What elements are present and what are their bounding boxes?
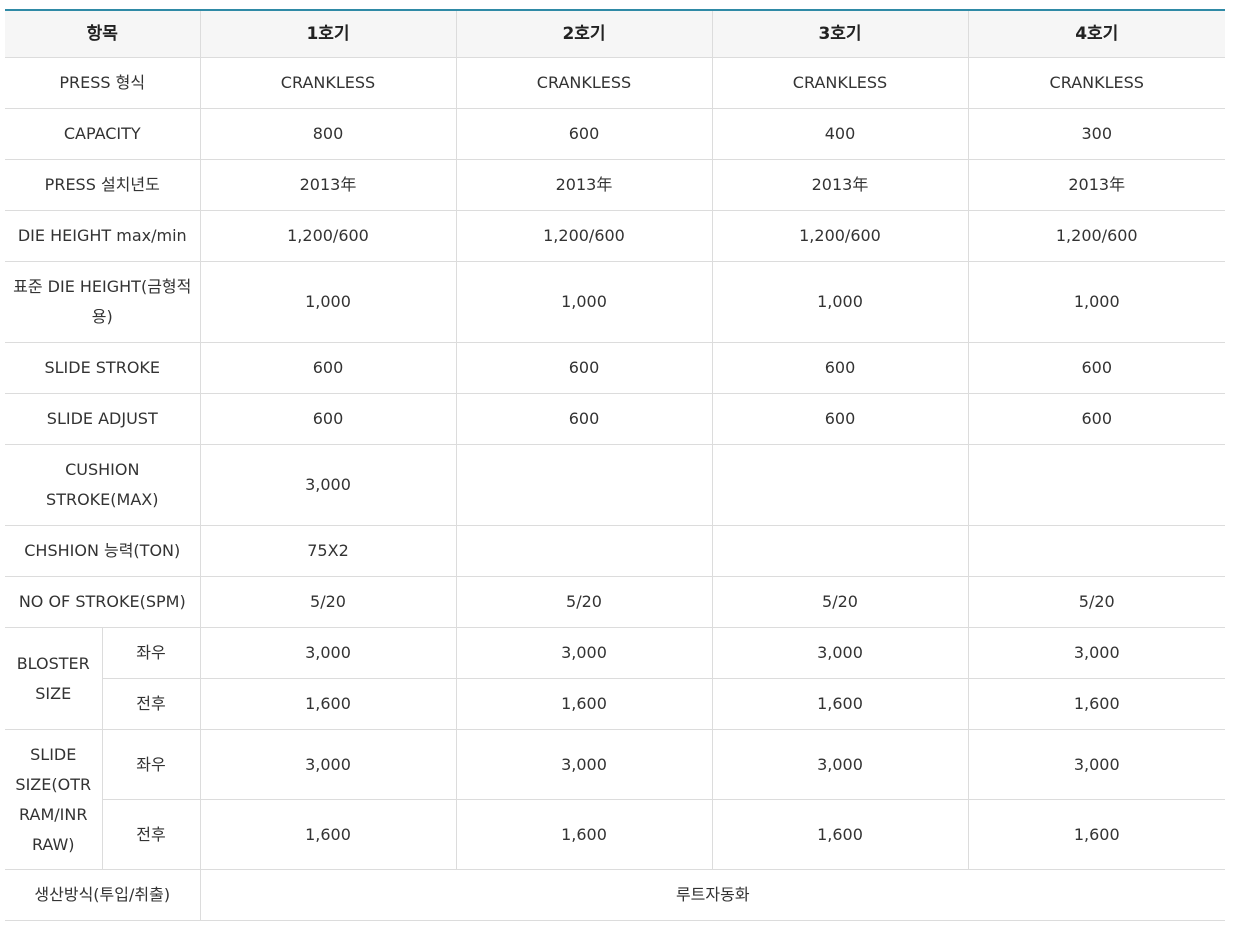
row-label: PRESS 형식 bbox=[5, 57, 201, 109]
cell: 1,600 bbox=[711, 799, 969, 870]
sub-label: 좌우 bbox=[101, 627, 201, 679]
table-row-slide-stroke: SLIDE STROKE 600 600 600 600 bbox=[5, 342, 1225, 394]
table-row-std-die-height: 표준 DIE HEIGHT(금형적용) 1,000 1,000 1,000 1,… bbox=[5, 261, 1225, 343]
table-row-spm: NO OF STROKE(SPM) 5/20 5/20 5/20 5/20 bbox=[5, 576, 1225, 628]
cell: 5/20 bbox=[967, 576, 1225, 628]
cell: 1,600 bbox=[199, 799, 457, 870]
cell bbox=[711, 525, 969, 577]
table-row-cushion-capacity: CHSHION 능력(TON) 75X2 bbox=[5, 525, 1225, 577]
cell: CRANKLESS bbox=[711, 57, 969, 109]
row-label-bolster: BLOSTER SIZE bbox=[5, 627, 103, 730]
spec-table-container: 항목 1호기 2호기 3호기 4호기 PRESS 형식 CRANKLESS CR… bbox=[5, 9, 1225, 921]
cell: 1,600 bbox=[967, 799, 1225, 870]
row-label: DIE HEIGHT max/min bbox=[5, 210, 201, 262]
cell: CRANKLESS bbox=[455, 57, 713, 109]
press-spec-table: 항목 1호기 2호기 3호기 4호기 PRESS 형식 CRANKLESS CR… bbox=[5, 9, 1225, 921]
cell: CRANKLESS bbox=[967, 57, 1225, 109]
table-row-slide-size-lr: SLIDE SIZE(OTR RAM/INR RAW) 좌우 3,000 3,0… bbox=[5, 729, 1225, 870]
cell: 2013年 bbox=[455, 159, 713, 211]
cell: 800 bbox=[199, 108, 457, 160]
cell: 600 bbox=[967, 342, 1225, 394]
cell: 5/20 bbox=[711, 576, 969, 628]
table-row-slide-size-fb: 전후 1,600 1,600 1,600 1,600 bbox=[5, 799, 1225, 870]
table-row-bolster-lr: BLOSTER SIZE 좌우 3,000 3,000 3,000 3,000 bbox=[5, 627, 1225, 730]
sub-label: 전후 bbox=[102, 678, 201, 730]
row-label: PRESS 설치년도 bbox=[5, 159, 201, 211]
table-row-press-type: PRESS 형식 CRANKLESS CRANKLESS CRANKLESS C… bbox=[5, 57, 1225, 109]
cell: 1,000 bbox=[199, 261, 457, 343]
row-label: CAPACITY bbox=[5, 108, 201, 160]
cell: 1,200/600 bbox=[199, 210, 457, 262]
cell: 2013年 bbox=[967, 159, 1225, 211]
table-row-slide-adjust: SLIDE ADJUST 600 600 600 600 bbox=[5, 393, 1225, 445]
row-label: SLIDE STROKE bbox=[5, 342, 201, 394]
cell: 3,000 bbox=[199, 444, 457, 526]
cell: 3,000 bbox=[199, 729, 457, 800]
cell: 1,600 bbox=[967, 678, 1225, 730]
table-row-die-height: DIE HEIGHT max/min 1,200/600 1,200/600 1… bbox=[5, 210, 1225, 262]
cell: 1,200/600 bbox=[967, 210, 1225, 262]
cell: 3,000 bbox=[455, 627, 713, 679]
cell: 3,000 bbox=[455, 729, 713, 800]
header-unit-3: 3호기 bbox=[711, 9, 969, 58]
cell: 3,000 bbox=[199, 627, 457, 679]
header-unit-1: 1호기 bbox=[199, 9, 457, 58]
header-unit-2: 2호기 bbox=[455, 9, 713, 58]
cell: 600 bbox=[711, 393, 969, 445]
cell: 3,000 bbox=[967, 627, 1225, 679]
cell bbox=[455, 525, 713, 577]
sub-label: 전후 bbox=[102, 799, 201, 870]
cell bbox=[711, 444, 969, 526]
table-row-install-year: PRESS 설치년도 2013年 2013年 2013年 2013年 bbox=[5, 159, 1225, 211]
row-label: CHSHION 능력(TON) bbox=[5, 525, 201, 577]
cell: 1,200/600 bbox=[455, 210, 713, 262]
table-row-bolster-fb: 전후 1,600 1,600 1,600 1,600 bbox=[5, 678, 1225, 730]
cell: 75X2 bbox=[199, 525, 457, 577]
cell: 1,200/600 bbox=[711, 210, 969, 262]
cell: 600 bbox=[455, 393, 713, 445]
row-label: NO OF STROKE(SPM) bbox=[5, 576, 201, 628]
cell: 2013年 bbox=[199, 159, 457, 211]
header-item: 항목 bbox=[5, 9, 201, 58]
cell: 3,000 bbox=[711, 729, 969, 800]
sub-label: 좌우 bbox=[101, 729, 201, 800]
cell-production-method: 루트자동화 bbox=[199, 869, 1225, 921]
row-label: CUSHION STROKE(MAX) bbox=[5, 444, 201, 526]
cell bbox=[967, 525, 1225, 577]
row-label-slide-size: SLIDE SIZE(OTR RAM/INR RAW) bbox=[5, 729, 103, 870]
cell bbox=[967, 444, 1225, 526]
table-row-capacity: CAPACITY 800 600 400 300 bbox=[5, 108, 1225, 160]
cell: 400 bbox=[711, 108, 969, 160]
row-label: 생산방식(투입/취출) bbox=[5, 869, 201, 921]
table-row-cushion-stroke: CUSHION STROKE(MAX) 3,000 bbox=[5, 444, 1225, 526]
row-label: 표준 DIE HEIGHT(금형적용) bbox=[5, 261, 201, 343]
cell: 5/20 bbox=[199, 576, 457, 628]
row-label: SLIDE ADJUST bbox=[5, 393, 201, 445]
cell: 600 bbox=[455, 342, 713, 394]
cell: 1,600 bbox=[455, 678, 713, 730]
header-row: 항목 1호기 2호기 3호기 4호기 bbox=[5, 9, 1225, 58]
cell: 3,000 bbox=[711, 627, 969, 679]
cell: 600 bbox=[455, 108, 713, 160]
cell: 600 bbox=[711, 342, 969, 394]
cell: CRANKLESS bbox=[199, 57, 457, 109]
cell: 3,000 bbox=[967, 729, 1225, 800]
cell: 300 bbox=[967, 108, 1225, 160]
cell bbox=[455, 444, 713, 526]
cell: 600 bbox=[199, 393, 457, 445]
cell: 1,600 bbox=[199, 678, 457, 730]
cell: 2013年 bbox=[711, 159, 969, 211]
cell: 1,000 bbox=[711, 261, 969, 343]
cell: 600 bbox=[967, 393, 1225, 445]
cell: 1,000 bbox=[967, 261, 1225, 343]
cell: 1,600 bbox=[711, 678, 969, 730]
table-row-production: 생산방식(투입/취출) 루트자동화 bbox=[5, 869, 1225, 921]
cell: 1,000 bbox=[455, 261, 713, 343]
cell: 600 bbox=[199, 342, 457, 394]
cell: 1,600 bbox=[455, 799, 713, 870]
header-unit-4: 4호기 bbox=[967, 9, 1225, 58]
cell: 5/20 bbox=[455, 576, 713, 628]
